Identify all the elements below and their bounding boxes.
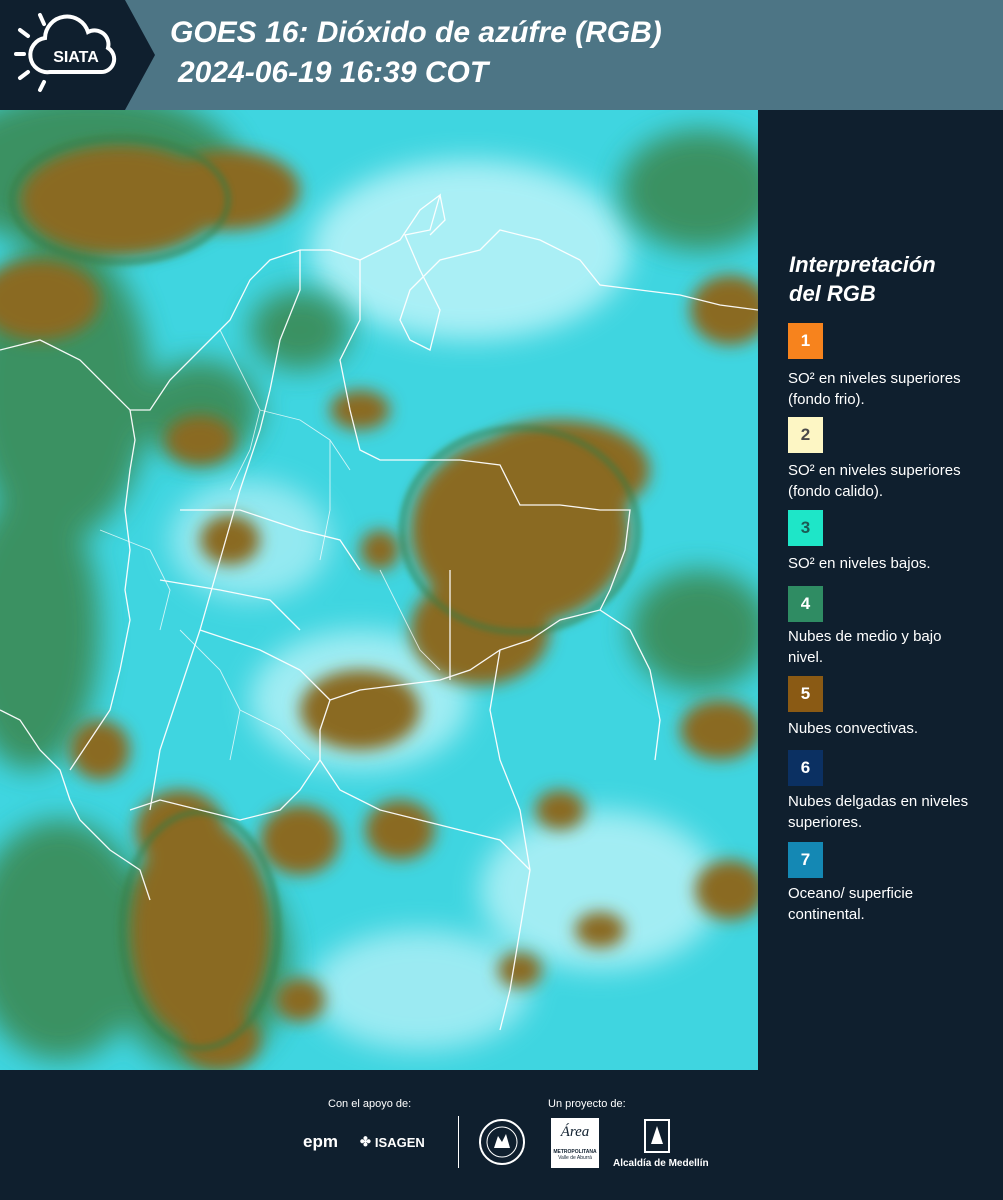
- area-logo-sub: Valle de Aburrá: [558, 1155, 592, 1161]
- project-label: Un proyecto de:: [548, 1098, 626, 1110]
- svg-text:SIATA: SIATA: [53, 49, 99, 66]
- legend-swatch-4: 4: [788, 586, 823, 622]
- legend-panel: Interpretación del RGB 1 SO² en niveles …: [758, 110, 1003, 1070]
- legend-swatch-5: 5: [788, 676, 823, 712]
- satellite-image: [0, 110, 758, 1070]
- legend-label-7: Oceano/ superficie continental.: [788, 885, 914, 923]
- area-logo-word: Área: [560, 1124, 590, 1140]
- legend-swatch-3: 3: [788, 510, 823, 546]
- satellite-map[interactable]: [0, 110, 758, 1070]
- header-bar: SIATA GOES 16: Dióxido de azúfre (RGB) 2…: [0, 0, 1003, 110]
- footer: Con el apoyo de: Un proyecto de: epm ✤ I…: [0, 1070, 1003, 1200]
- siata-logo-icon: SIATA: [0, 0, 155, 110]
- legend-title-line2: del RGB: [789, 281, 876, 306]
- legend-swatch-2: 2: [788, 417, 823, 453]
- legend-swatch-1: 1: [788, 323, 823, 359]
- support-label: Con el apoyo de:: [328, 1098, 412, 1110]
- area-metropolitana-logo: Área METROPOLITANA Valle de Aburrá: [551, 1118, 599, 1168]
- footer-divider: [458, 1116, 459, 1168]
- legend-swatch-6: 6: [788, 750, 823, 786]
- map-timestamp: 2024-06-19 16:39 COT: [178, 56, 489, 89]
- legend-label-4: Nubes de medio y bajo nivel.: [788, 628, 942, 666]
- isagen-icon: ✤: [360, 1134, 371, 1149]
- legend-swatch-7: 7: [788, 842, 823, 878]
- isagen-label: ISAGEN: [374, 1134, 425, 1150]
- alcaldia-shield-icon: [643, 1118, 671, 1159]
- legend-label-3: SO² en niveles bajos.: [788, 555, 931, 572]
- legend-title-line1: Interpretación: [789, 252, 936, 277]
- isagen-logo: ✤ ISAGEN: [360, 1134, 425, 1150]
- alcaldia-label: Alcaldía de Medellín: [613, 1158, 709, 1169]
- legend-label-5: Nubes convectivas.: [788, 720, 919, 737]
- legend-label-2: SO² en niveles superiores (fondo calido)…: [788, 462, 961, 500]
- map-title: GOES 16: Dióxido de azúfre (RGB): [170, 16, 662, 49]
- legend-label-6: Nubes delgadas en niveles superiores.: [788, 793, 969, 831]
- medellin-seal-icon: [478, 1118, 526, 1171]
- legend-title: Interpretación del RGB: [789, 250, 989, 308]
- legend-label-1: SO² en niveles superiores (fondo frio).: [788, 370, 961, 408]
- epm-logo: epm: [303, 1132, 338, 1151]
- siata-logo: SIATA: [0, 0, 155, 110]
